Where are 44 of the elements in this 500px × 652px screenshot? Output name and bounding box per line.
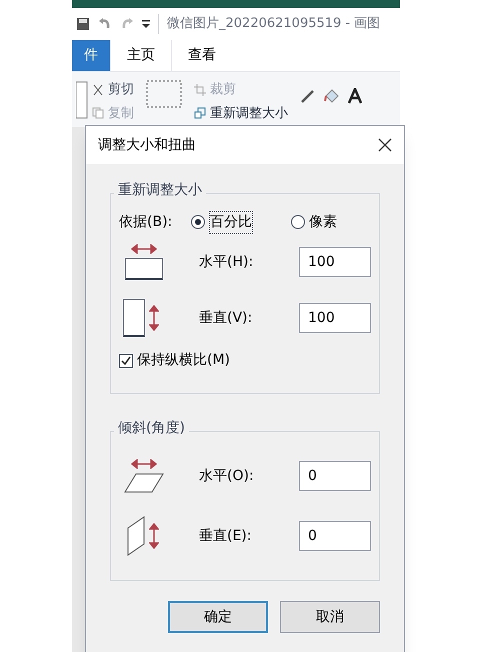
field-label: 水平(O): — [199, 466, 255, 486]
scissors-icon — [92, 84, 104, 96]
copy-icon — [92, 107, 104, 120]
double-arrow-icon — [149, 305, 159, 331]
radio-icon[interactable] — [291, 215, 305, 229]
field-label: 垂直(V): — [199, 308, 254, 328]
number-field[interactable]: 0 — [299, 521, 371, 551]
clipboard-icon[interactable] — [76, 80, 88, 120]
radio-option[interactable]: 百分比 — [191, 210, 291, 234]
number-field[interactable]: 100 — [299, 303, 371, 333]
double-arrow-icon — [131, 244, 157, 254]
field-label: 水平(H): — [199, 252, 254, 272]
resize-icon — [194, 107, 206, 120]
dialog-button[interactable]: 确定 — [168, 601, 268, 633]
dropdown-icon[interactable] — [142, 19, 150, 29]
fill-icon[interactable] — [324, 88, 340, 104]
parallelogram-icon — [127, 516, 145, 556]
radio-option[interactable]: 像素 — [291, 212, 337, 232]
pencil-icon[interactable] — [300, 88, 316, 104]
double-arrow-icon — [149, 523, 159, 549]
rectangle-icon — [125, 258, 163, 280]
select-icon[interactable] — [146, 80, 182, 108]
cut-button[interactable]: 剪切 — [92, 80, 134, 100]
save-icon[interactable] — [76, 17, 90, 31]
radio-icon[interactable] — [191, 215, 205, 229]
dialog-title: 调整大小和扭曲 — [98, 136, 196, 154]
number-field[interactable]: 100 — [299, 247, 371, 277]
double-arrow-icon — [131, 459, 157, 469]
undo-icon[interactable] — [98, 17, 112, 31]
number-field[interactable]: 0 — [299, 461, 371, 491]
field-label: 垂直(E): — [199, 526, 252, 546]
parallelogram-icon — [124, 473, 164, 493]
rectangle-icon — [123, 299, 145, 337]
close-icon[interactable] — [378, 138, 392, 152]
dialog-button[interactable]: 取消 — [280, 601, 380, 633]
resize-button[interactable]: 重新调整大小 — [194, 104, 288, 123]
ribbon-tab[interactable]: 件 — [72, 40, 110, 71]
checkbox-icon[interactable] — [119, 354, 133, 368]
text-icon[interactable] — [348, 88, 362, 104]
keep-ratio-checkbox[interactable]: 保持纵横比(M) — [119, 350, 371, 371]
by-label: 依据(B): — [119, 212, 174, 232]
window-title: 微信图片_20220621095519 - 画图 — [158, 14, 380, 34]
crop-icon — [194, 84, 206, 96]
ribbon-tab[interactable]: 主页 — [110, 40, 172, 71]
